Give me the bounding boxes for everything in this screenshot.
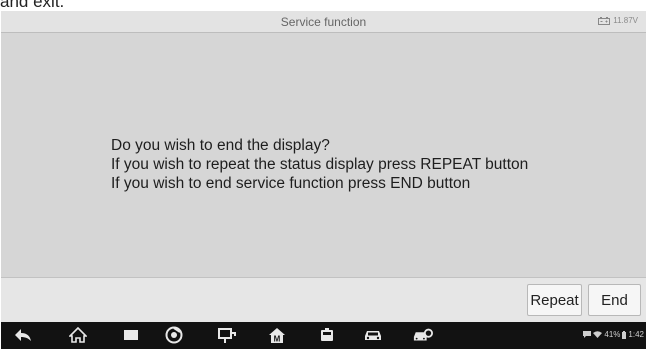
message-line: Do you wish to end the display? [111, 137, 330, 154]
car-icon[interactable] [363, 326, 383, 344]
vci-icon[interactable] [217, 326, 237, 344]
back-icon[interactable] [13, 326, 33, 344]
home-icon[interactable] [68, 326, 88, 344]
tablet-screen: Service function 11.87V Do you wish to e… [1, 11, 646, 349]
status-tray: 41% 1:42 [583, 330, 644, 339]
battery-icon [622, 330, 627, 339]
car-battery-icon [598, 16, 611, 25]
repeat-button[interactable]: Repeat [527, 284, 582, 316]
svg-text:M: M [274, 334, 281, 343]
maxi-home-icon[interactable]: M [267, 326, 287, 344]
action-bar: Repeat End [1, 277, 646, 322]
vehicle-battery-status: 11.87V [598, 16, 638, 25]
clock: 1:42 [628, 330, 644, 339]
message-line: If you wish to end service function pres… [111, 175, 471, 192]
page-title: Service function [280, 15, 367, 29]
document-caption: and exit. [0, 0, 65, 11]
title-bar: Service function 11.87V [1, 11, 646, 33]
system-navigation-bar: M 41% 1:42 [1, 322, 646, 349]
service-message: Do you wish to end the display? If you w… [111, 136, 528, 193]
battery-voltage: 11.87V [613, 16, 638, 25]
wifi-icon [593, 331, 603, 338]
battery-percent: 41% [604, 330, 621, 339]
chat-icon [583, 331, 592, 338]
message-line: If you wish to repeat the status display… [111, 156, 529, 173]
gallery-icon[interactable] [317, 326, 337, 344]
recent-apps-icon[interactable] [121, 326, 141, 344]
message-area: Do you wish to end the display? If you w… [1, 33, 646, 277]
car-settings-icon[interactable] [413, 326, 433, 344]
chrome-icon[interactable] [164, 326, 184, 344]
end-button[interactable]: End [588, 284, 641, 316]
